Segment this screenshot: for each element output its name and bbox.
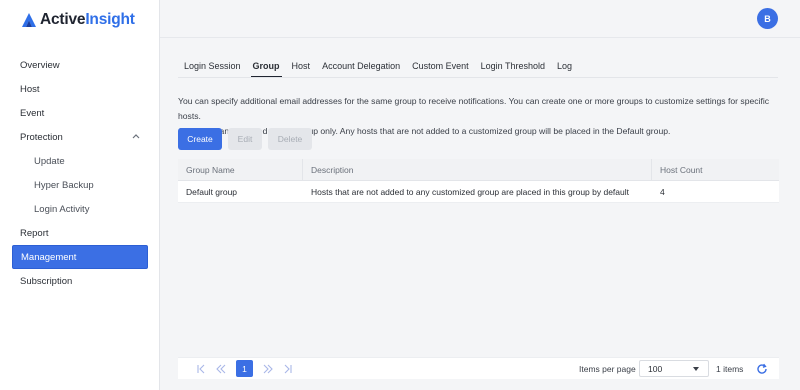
logo-mark-icon (22, 13, 36, 27)
tab-login-threshold[interactable]: Login Threshold (475, 56, 551, 78)
items-per-page-label: Items per page (579, 364, 636, 374)
tab-divider (178, 77, 778, 78)
brand-name: ActiveInsight (40, 11, 135, 28)
tab-label: Log (557, 61, 573, 71)
tab-label: Account Delegation (322, 61, 401, 71)
sidebar-item-label: Protection (20, 131, 63, 143)
column-header-host-count[interactable]: Host Count (652, 159, 779, 180)
toolbar: Create Edit Delete (178, 128, 312, 150)
refresh-icon[interactable] (755, 362, 769, 376)
tab-label: Custom Event (412, 61, 469, 71)
avatar[interactable]: B (757, 8, 778, 29)
tab-label: Login Session (184, 61, 241, 71)
sidebar-item-label: Report (20, 227, 49, 239)
cell-host-count: 4 (660, 186, 665, 197)
sidebar-item-label: Hyper Backup (34, 179, 94, 191)
next-page-icon[interactable] (261, 362, 275, 376)
table-row[interactable]: Default group Hosts that are not added t… (178, 181, 779, 203)
column-header-description[interactable]: Description (303, 159, 652, 180)
sidebar: ActiveInsight Overview Host Event Protec… (0, 0, 160, 390)
sidebar-item-subscription[interactable]: Subscription (12, 269, 148, 293)
previous-page-icon[interactable] (214, 362, 228, 376)
sidebar-item-update[interactable]: Update (12, 149, 148, 173)
tab-group[interactable]: Group (247, 56, 286, 78)
tab-custom-event[interactable]: Custom Event (406, 56, 475, 78)
cell-description: Hosts that are not added to any customiz… (311, 186, 630, 197)
column-header-group-name[interactable]: Group Name (178, 159, 303, 180)
tab-account-delegation[interactable]: Account Delegation (316, 56, 406, 78)
tab-label: Login Threshold (480, 61, 546, 71)
sidebar-item-label: Subscription (20, 275, 73, 287)
tab-log[interactable]: Log (551, 56, 578, 78)
page-number-current[interactable]: 1 (236, 360, 253, 377)
chevron-up-icon[interactable] (132, 133, 140, 139)
tab-label: Group (252, 61, 280, 71)
table-header: Group Name Description Host Count (178, 159, 779, 181)
avatar-initial: B (764, 13, 771, 24)
tab-label: Host (291, 61, 311, 71)
last-page-icon[interactable] (281, 362, 295, 376)
tab-login-session[interactable]: Login Session (178, 56, 247, 78)
sidebar-item-event[interactable]: Event (12, 101, 148, 125)
group-table: Group Name Description Host Count Defaul… (178, 159, 779, 203)
sidebar-nav: Overview Host Event Protection Update Hy… (12, 53, 148, 293)
sidebar-item-hyper-backup[interactable]: Hyper Backup (12, 173, 148, 197)
sidebar-item-label: Management (21, 251, 77, 263)
tab-host[interactable]: Host (286, 56, 317, 78)
delete-button: Delete (268, 128, 312, 150)
top-bar: B (160, 0, 800, 38)
logo[interactable]: ActiveInsight (21, 10, 135, 30)
sidebar-item-label: Login Activity (34, 203, 90, 215)
sidebar-item-protection[interactable]: Protection (12, 125, 148, 149)
sidebar-item-report[interactable]: Report (12, 221, 148, 245)
items-count: 1 items (716, 364, 744, 374)
caret-down-icon (693, 367, 699, 371)
sidebar-item-label: Overview (20, 59, 60, 71)
edit-button: Edit (228, 128, 262, 150)
sidebar-item-overview[interactable]: Overview (12, 53, 148, 77)
sidebar-item-label: Host (20, 83, 40, 95)
first-page-icon[interactable] (194, 362, 208, 376)
items-per-page-value: 100 (648, 363, 663, 374)
tab-bar: Login Session Group Host Account Delegat… (178, 56, 578, 78)
sidebar-item-label: Update (34, 155, 65, 167)
sidebar-item-label: Event (20, 107, 45, 119)
sidebar-item-host[interactable]: Host (12, 77, 148, 101)
create-button[interactable]: Create (178, 128, 222, 150)
items-per-page-select[interactable]: 100 (639, 360, 709, 377)
sidebar-item-management[interactable]: Management (12, 245, 148, 269)
sidebar-item-login-activity[interactable]: Login Activity (12, 197, 148, 221)
pagination: 1 Items per page 100 1 items (178, 357, 779, 379)
cell-group-name: Default group (186, 186, 238, 197)
description-line: You can specify additional email address… (178, 96, 770, 121)
